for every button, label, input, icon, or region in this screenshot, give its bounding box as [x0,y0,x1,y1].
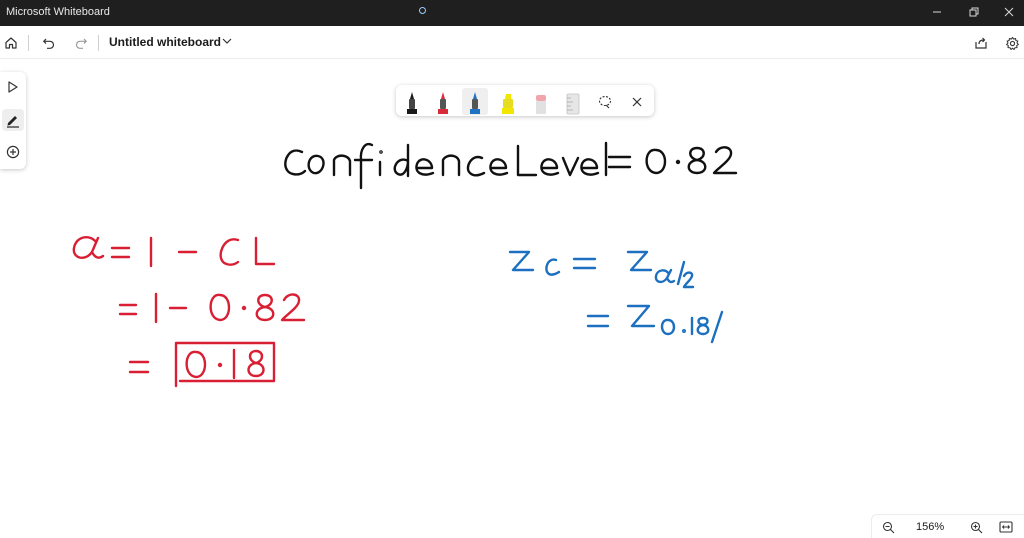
title-bar: Microsoft Whiteboard [0,0,1024,26]
whiteboard-app: Microsoft Whiteboard Untitled whiteboard [0,0,1024,538]
zoom-out-icon [882,521,894,533]
close-icon [1004,7,1014,17]
close-icon [632,97,642,106]
eraser-icon [536,95,546,114]
zoom-in-button[interactable] [966,518,986,536]
fit-to-screen-icon [999,521,1013,533]
ruler-icon [566,93,580,115]
highlighter-icon [502,94,514,114]
zoom-out-button[interactable] [878,518,898,536]
redo-icon [75,38,88,49]
left-tool-rail [0,72,26,169]
share-button[interactable] [970,32,992,54]
gear-icon [1005,36,1019,50]
pen-black-button[interactable] [399,88,425,115]
pen-icon [438,92,448,114]
select-tool-button[interactable] [2,76,24,98]
pen-icon [470,92,480,114]
restore-button[interactable] [955,0,993,26]
ink-red-derivation[interactable] [72,236,306,388]
minimize-icon [933,11,941,13]
fit-to-screen-button[interactable] [996,518,1016,536]
chevron-down-icon [222,38,232,44]
undo-icon [42,38,55,49]
zoom-controls: 156% [871,514,1024,538]
highlighter-button[interactable] [495,88,521,115]
home-icon [5,37,17,49]
minimize-button[interactable] [918,0,956,26]
whiteboard-canvas[interactable] [0,60,1024,538]
pen-blue-button[interactable] [462,88,488,115]
home-button[interactable] [0,32,22,54]
restore-icon [969,7,979,17]
pen-icon [407,92,417,114]
zoom-level: 156% [916,521,945,533]
ruler-button[interactable] [560,88,586,115]
toolbar-divider [28,35,29,51]
undo-button[interactable] [38,32,60,54]
close-window-button[interactable] [990,0,1024,26]
toolbar-divider [98,35,99,51]
inking-toolbar [396,85,654,116]
app-toolbar: Untitled whiteboard [0,26,1024,59]
add-button[interactable] [2,141,24,163]
app-title: Microsoft Whiteboard [6,6,110,18]
board-title[interactable]: Untitled whiteboard [109,35,221,49]
share-icon [975,37,987,49]
settings-button[interactable] [1001,32,1023,54]
redo-button[interactable] [70,32,92,54]
lasso-select-button[interactable] [592,88,618,115]
close-ink-toolbar-button[interactable] [624,88,650,115]
add-icon [6,145,20,159]
pen-red-button[interactable] [430,88,456,115]
zoom-in-icon [970,521,982,533]
eraser-button[interactable] [528,88,554,115]
ink-heading-confidence-level[interactable] [284,141,738,190]
board-title-dropdown[interactable] [220,34,234,53]
pen-inking-icon [7,116,19,128]
select-pointer-icon [8,81,18,93]
inking-tool-button[interactable] [2,109,24,131]
lasso-select-icon [598,95,612,108]
ink-blue-derivation[interactable] [508,250,724,344]
status-dot-icon [419,7,426,14]
